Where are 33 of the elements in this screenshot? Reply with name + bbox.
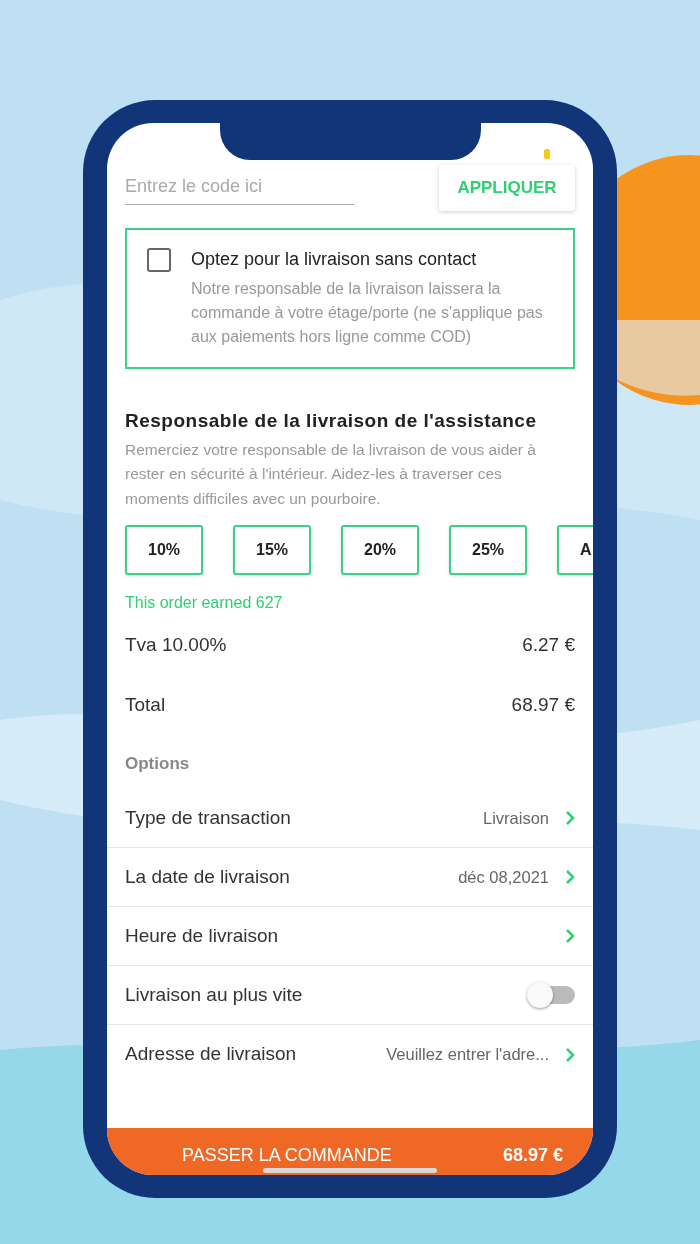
option-label: Type de transaction <box>125 805 291 830</box>
earned-text: This order earned 627 <box>125 593 284 613</box>
option-row[interactable]: La date de livraison déc 08,2021 <box>107 848 593 907</box>
option-value: Veuillez entrer l'adre... <box>386 1044 549 1066</box>
option-label: Heure de livraison <box>125 923 279 948</box>
summary-value: 6.27 € <box>522 632 575 657</box>
option-row[interactable]: Livraison au plus vite <box>107 966 593 1025</box>
tip-description: Remerciez votre responsable de la livraison de vous aider à rester en sécurité à l'intérieur. Aidez-les à traverser ces moments difficiles avec un pourboire. <box>125 439 537 509</box>
summary-label: Tva 10.00% <box>125 632 227 657</box>
option-row[interactable]: Type de transaction Livraison <box>107 789 593 848</box>
tip-option[interactable]: 15% <box>233 525 311 575</box>
summary-value: 68.97 € <box>511 692 575 717</box>
option-value: déc 08,2021 <box>458 866 549 888</box>
tip-option[interactable]: 10% <box>125 525 203 575</box>
option-row[interactable]: Adresse de livraison Veuillez entrer l'adre... <box>107 1025 593 1084</box>
summary-label: Total <box>125 692 166 717</box>
contactless-title: Optez pour la livraison sans contact <box>191 248 478 271</box>
tip-heading: Responsable de la livraison de l'assistance <box>125 409 538 433</box>
chevron-icon <box>565 1046 575 1063</box>
options-heading: Options <box>125 753 190 776</box>
tip-option[interactable]: 25% <box>449 525 527 575</box>
chevron-icon <box>565 869 575 885</box>
option-value: Livraison <box>482 807 549 829</box>
option-label: Livraison au plus vite <box>125 982 303 1007</box>
option-label: La date de livraison <box>125 864 290 889</box>
contactless-description: Notre responsable de la livraison laissera la commande à votre étage/porte (ne s'applique pas aux paiements hors ligne comme COD) <box>191 279 544 347</box>
option-label: Adresse de livraison <box>125 1042 297 1067</box>
checkbox[interactable] <box>147 248 171 272</box>
chevron-icon <box>565 810 575 826</box>
tip-option[interactable]: A <box>557 525 593 575</box>
tip-option[interactable]: 20% <box>341 525 419 575</box>
option-row[interactable]: Heure de livraison <box>107 907 593 966</box>
chevron-icon <box>565 928 575 944</box>
